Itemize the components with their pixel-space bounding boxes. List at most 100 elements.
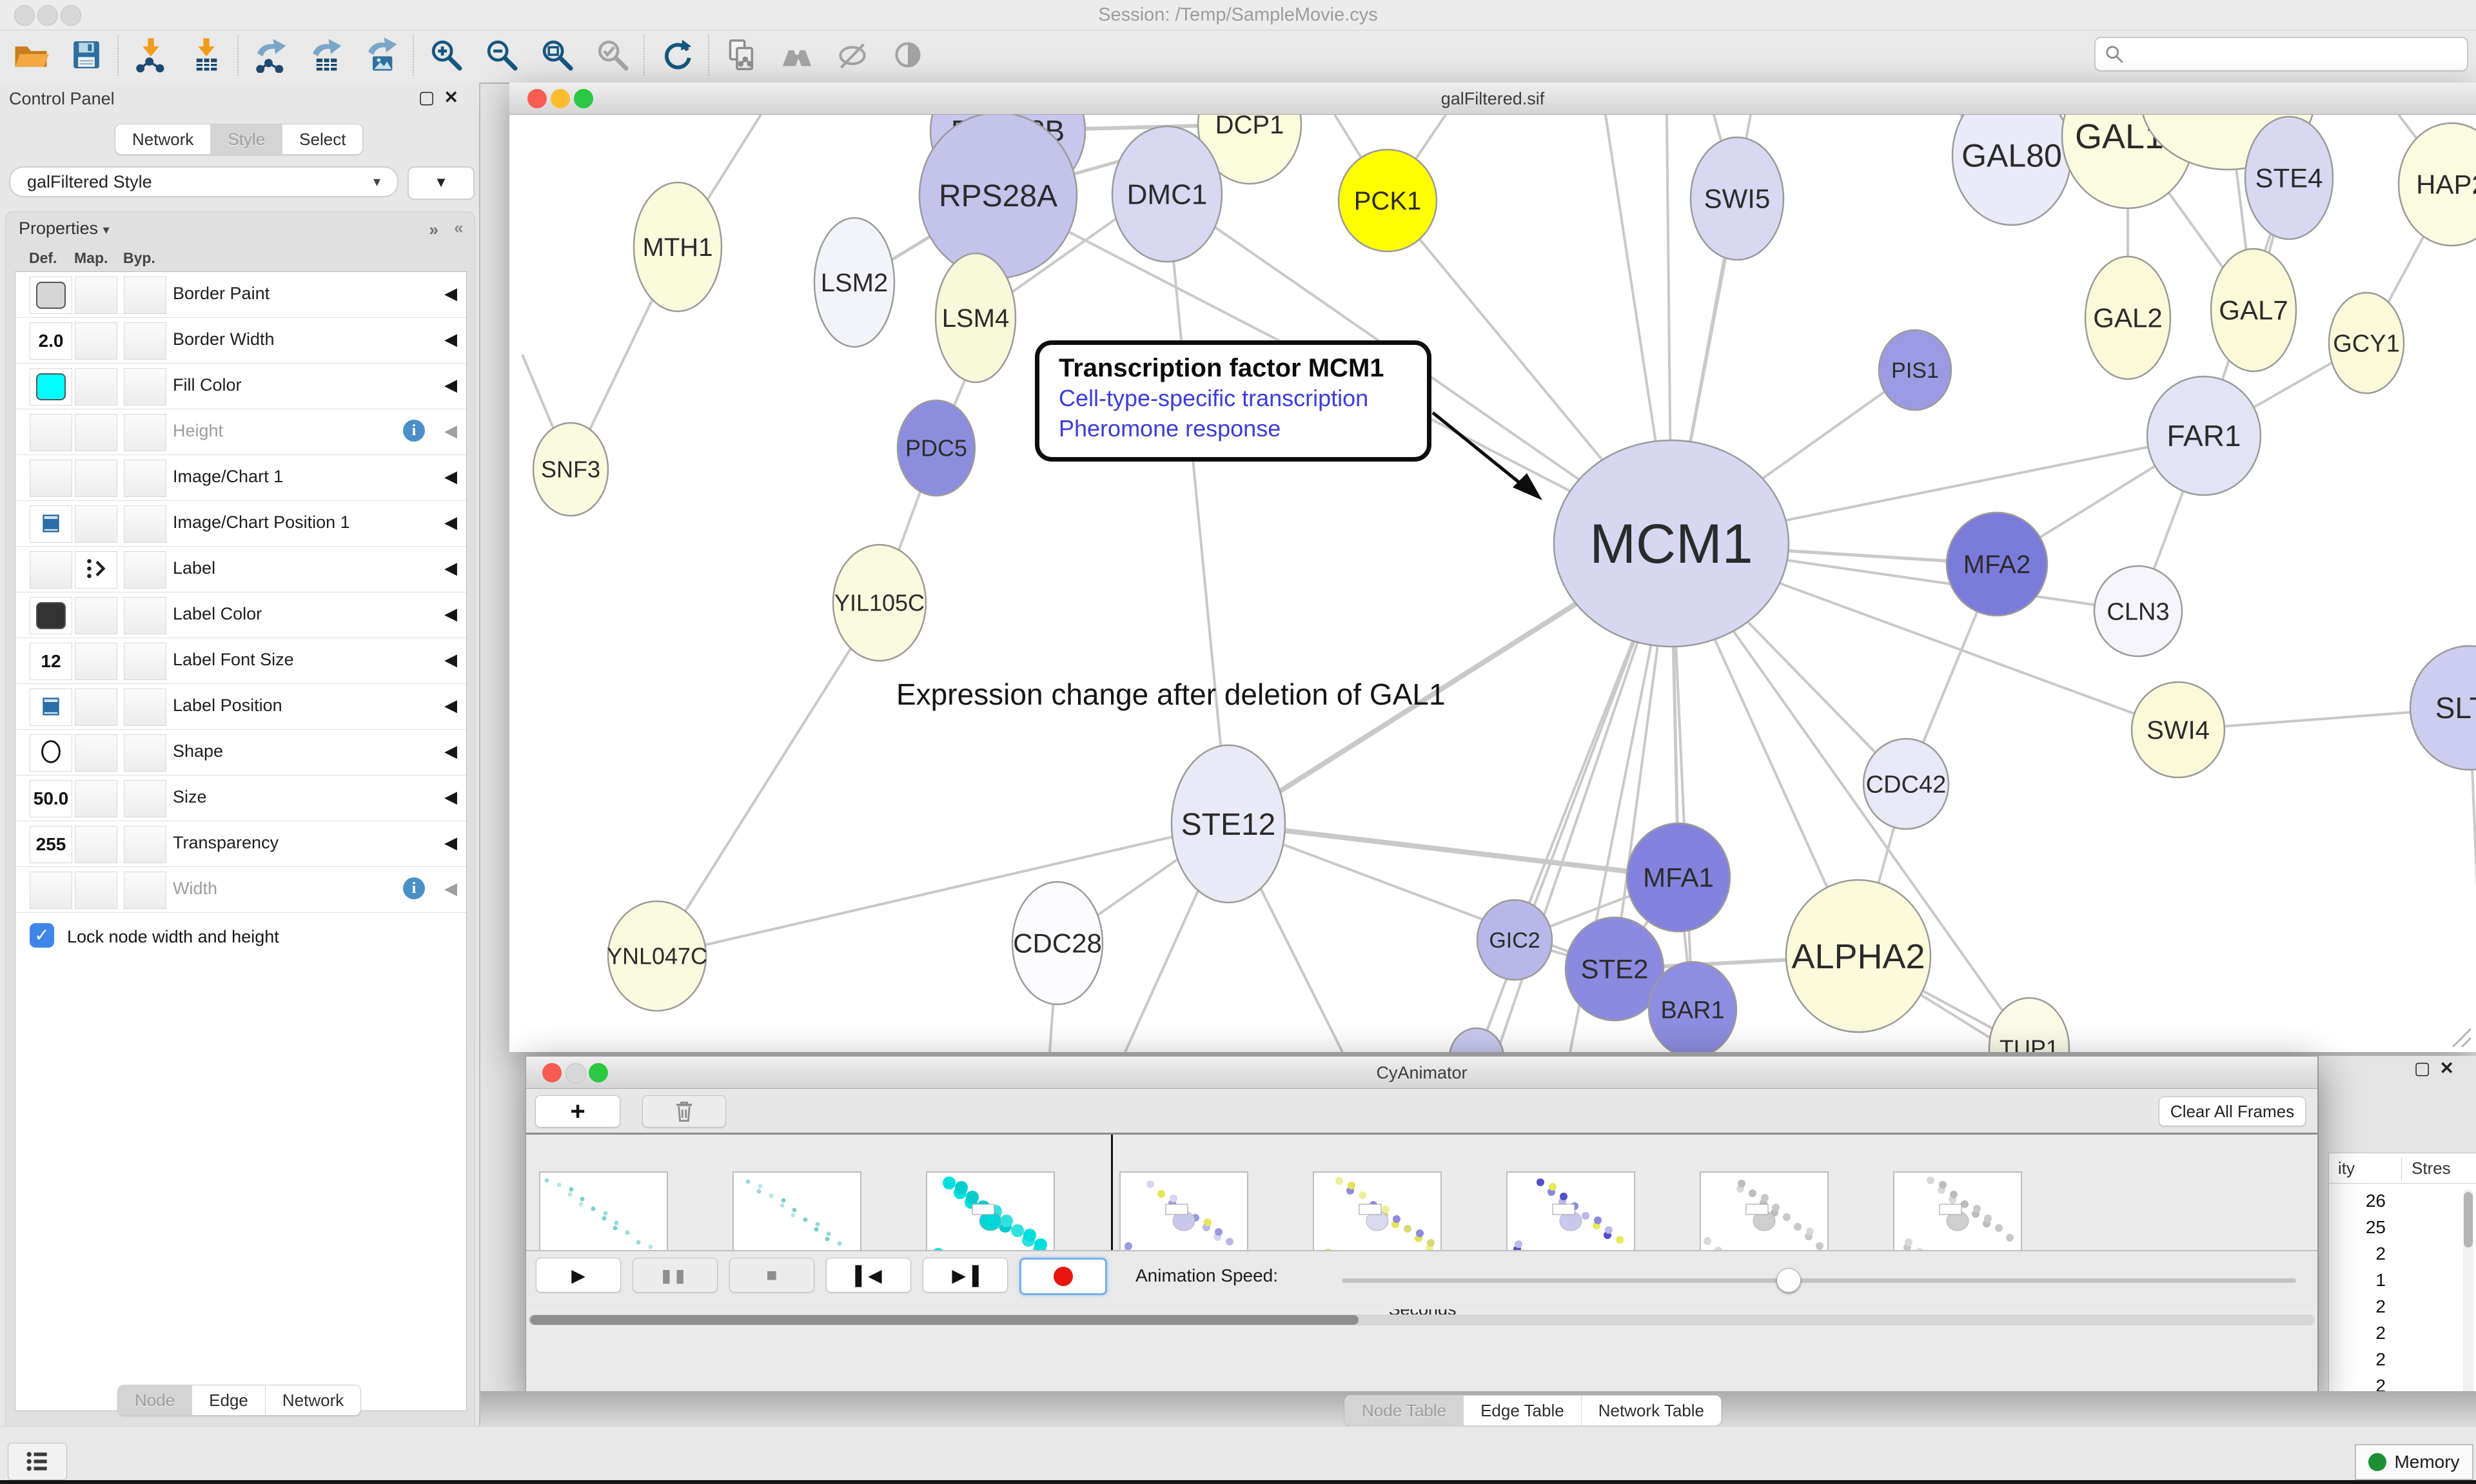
node-CDC28[interactable]: CDC28 [1012, 882, 1103, 1004]
byp-cell[interactable] [124, 551, 166, 589]
node-PCK1[interactable]: PCK1 [1339, 150, 1437, 251]
map-cell[interactable] [75, 872, 117, 909]
map-cell[interactable] [75, 597, 117, 634]
go-to-end-button[interactable]: ▶▐ [923, 1258, 1008, 1293]
def-cell[interactable] [30, 597, 72, 634]
node-SNF3[interactable]: SNF3 [533, 423, 608, 516]
style-options-button[interactable]: ▼ [408, 166, 475, 200]
def-cell[interactable]: 12 [30, 643, 72, 680]
hide-selected-button[interactable] [827, 34, 878, 78]
zoom-icon[interactable] [574, 89, 593, 108]
minimize-icon[interactable] [565, 1063, 586, 1084]
map-cell[interactable] [75, 322, 117, 360]
expand-row-icon[interactable]: ◀ [444, 558, 457, 578]
node-ALPHA2[interactable]: ALPHA2 [1786, 880, 1931, 1032]
node-DMC1[interactable]: DMC1 [1112, 126, 1222, 262]
node-STE12[interactable]: STE12 [1172, 745, 1285, 903]
tab-network[interactable]: Network [115, 124, 211, 154]
node-BAR1[interactable]: BAR1 [1649, 962, 1736, 1052]
def-cell[interactable] [30, 688, 72, 726]
export-table-button[interactable] [300, 34, 352, 78]
expand-all-icon[interactable]: » [429, 220, 436, 240]
zoom-window-button[interactable] [61, 5, 81, 26]
def-cell[interactable] [30, 368, 72, 405]
node-GAL80[interactable]: GAL80 [1952, 115, 2071, 225]
node-MTH1[interactable]: MTH1 [634, 182, 722, 311]
def-cell[interactable] [30, 277, 72, 314]
byp-cell[interactable] [124, 597, 166, 634]
tab-select[interactable]: Select [282, 124, 362, 154]
close-icon[interactable] [527, 89, 547, 108]
close-icon[interactable] [542, 1063, 562, 1082]
properties-menu-icon[interactable]: ▾ [103, 223, 110, 237]
node-FAR1[interactable]: FAR1 [2147, 376, 2261, 495]
map-cell[interactable] [75, 734, 117, 772]
play-button[interactable]: ▶ [536, 1258, 621, 1293]
property-row-shape[interactable]: Shape◀ [15, 730, 466, 776]
node-SWI4[interactable]: SWI4 [2132, 682, 2225, 777]
def-cell[interactable] [30, 460, 72, 497]
float-panel-icon[interactable]: ▢ [418, 88, 444, 107]
byp-cell[interactable] [124, 322, 166, 360]
show-all-button[interactable] [882, 34, 934, 78]
export-image-button[interactable] [356, 34, 408, 78]
search-field[interactable] [2094, 37, 2468, 72]
property-row-label[interactable]: Label◀ [15, 547, 466, 592]
table-cell-stress-1[interactable]: 25 [2334, 1217, 2386, 1238]
def-cell[interactable]: 50.0 [30, 780, 72, 817]
refresh-button[interactable] [651, 34, 703, 78]
node-STE4[interactable]: STE4 [2245, 117, 2333, 239]
node-CLN3[interactable]: CLN3 [2094, 566, 2182, 656]
map-cell[interactable] [75, 551, 117, 589]
node-LSM2[interactable]: LSM2 [814, 218, 894, 347]
byp-cell[interactable] [124, 780, 166, 817]
info-icon[interactable]: i [403, 877, 425, 899]
def-cell[interactable] [30, 505, 72, 543]
close-panel-icon[interactable]: ✕ [2439, 1059, 2463, 1078]
expand-row-icon[interactable]: ◀ [444, 741, 457, 761]
table-cell-stress-3[interactable]: 1 [2334, 1270, 2386, 1291]
property-row-width[interactable]: Widthi◀ [15, 867, 466, 913]
def-cell[interactable] [30, 734, 72, 772]
timeline-scrollbar-thumb[interactable] [530, 1315, 1359, 1325]
byp-cell[interactable] [124, 643, 166, 680]
byp-cell[interactable] [124, 414, 166, 451]
expand-row-icon[interactable]: ◀ [444, 513, 457, 532]
property-row-transparency[interactable]: 255Transparency◀ [15, 821, 466, 867]
expand-row-icon[interactable]: ◀ [444, 650, 457, 670]
node-PIS1[interactable]: PIS1 [1879, 330, 1951, 410]
copy-button[interactable] [716, 34, 767, 78]
collapse-all-icon[interactable]: » [457, 220, 463, 240]
animation-speed-handle[interactable] [1776, 1268, 1801, 1293]
node-GCY1[interactable]: GCY1 [2329, 293, 2404, 393]
expand-row-icon[interactable]: ◀ [444, 833, 457, 853]
add-frame-button[interactable]: + [535, 1095, 620, 1128]
tab-network[interactable]: Network [266, 1385, 360, 1415]
node-SLT2[interactable]: SLT2 [2410, 646, 2476, 770]
export-network-button[interactable] [245, 34, 297, 78]
task-history-button[interactable] [8, 1443, 67, 1480]
table-cell-stress-5[interactable]: 2 [2334, 1323, 2386, 1343]
go-to-start-button[interactable]: ▌◀ [826, 1258, 911, 1293]
node-RPS28A[interactable]: RPS28A [919, 115, 1077, 278]
table-column-ity[interactable]: ity [2338, 1158, 2355, 1178]
record-button[interactable] [1019, 1258, 1107, 1295]
byp-cell[interactable] [124, 505, 166, 543]
tab-network-table[interactable]: Network Table [1582, 1396, 1721, 1425]
byp-cell[interactable] [124, 826, 166, 863]
expand-row-icon[interactable]: ◀ [444, 696, 457, 716]
stop-button[interactable]: ■ [729, 1258, 814, 1293]
resize-grip[interactable] [2446, 1022, 2472, 1048]
zoom-icon[interactable] [589, 1063, 608, 1082]
property-row-label-position[interactable]: Label Position◀ [15, 684, 466, 730]
map-cell[interactable] [75, 505, 117, 543]
zoom-selected-button[interactable] [587, 34, 638, 78]
tab-edge[interactable]: Edge [192, 1385, 266, 1415]
pause-button[interactable]: ▮▮ [633, 1258, 718, 1293]
node-MFA1[interactable]: MFA1 [1627, 823, 1730, 932]
float-panel-icon[interactable]: ▢ [2414, 1059, 2440, 1078]
expand-row-icon[interactable]: ◀ [444, 879, 457, 899]
expand-row-icon[interactable]: ◀ [444, 284, 457, 304]
property-row-fill-color[interactable]: Fill Color◀ [15, 364, 466, 409]
timeline-scrollbar[interactable] [529, 1314, 2315, 1325]
